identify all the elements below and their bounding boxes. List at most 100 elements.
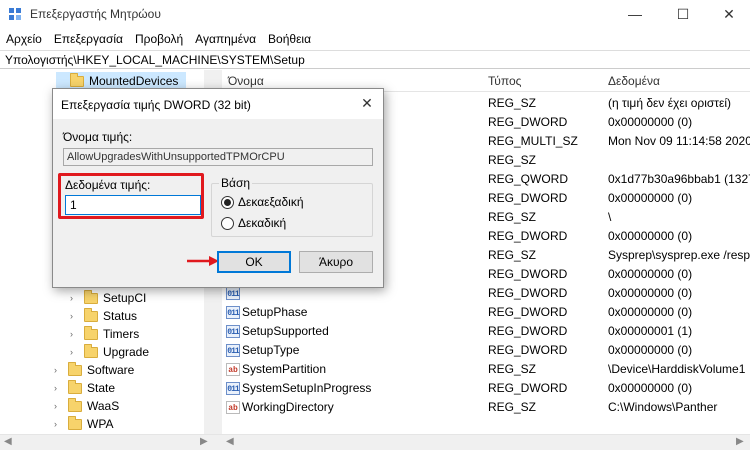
value-data-cell: 0x00000000 (0) (608, 286, 693, 300)
folder-icon (68, 361, 82, 376)
value-data-cell: 0x00000000 (0) (608, 191, 693, 205)
value-data-cell: 0x00000000 (0) (608, 115, 693, 129)
binary-value-icon: 011 (226, 382, 240, 395)
chevron-right-icon[interactable]: › (54, 383, 64, 393)
radio-decimal[interactable]: Δεκαδική (221, 215, 286, 231)
scroll-right-icon[interactable]: ▶ (200, 436, 208, 447)
chevron-right-icon[interactable]: › (54, 419, 64, 429)
value-data-cell: 0x00000001 (1) (608, 324, 693, 338)
value-data-input[interactable]: 1 (65, 195, 201, 215)
table-row[interactable]: 011 SetupType REG_DWORD 0x00000000 (0) (222, 341, 750, 360)
close-window-button[interactable]: ✕ (706, 0, 750, 28)
table-row[interactable]: ab WorkingDirectory REG_SZ C:\Windows\Panth… (222, 398, 750, 417)
value-data-cell: \ (608, 210, 612, 224)
binary-value-icon: 011 (226, 344, 240, 357)
scroll-right-icon[interactable]: ▶ (736, 436, 744, 447)
folder-icon (84, 307, 98, 322)
table-row[interactable]: ab SystemPartition REG_SZ \Device\HarddiskV… (222, 360, 750, 379)
maximize-button[interactable]: ☐ (660, 0, 706, 28)
value-name-field: AllowUpgradesWithUnsupportedTPMOrCPU (63, 148, 373, 166)
column-header-name[interactable]: Όνομα (228, 74, 264, 88)
table-row[interactable]: 011 SetupPhase REG_DWORD 0x00000000 (0) (222, 303, 750, 322)
address-bar[interactable]: Υπολογιστής\HKEY_LOCAL_MACHINE\SYSTEM\Se… (0, 50, 750, 69)
value-name-label: Όνομα τιμής: (63, 130, 133, 144)
radio-unselected-icon[interactable] (221, 216, 234, 230)
tree-item-software[interactable]: › Software (54, 361, 134, 379)
column-header-data[interactable]: Δεδομένα (608, 74, 660, 88)
dialog-title-bar: Επεξεργασία τιμής DWORD (32 bit) ✕ (53, 89, 383, 119)
tree-item-label: State (87, 381, 116, 395)
value-type-cell: REG_SZ (488, 362, 537, 376)
chevron-right-icon[interactable]: › (70, 347, 80, 357)
value-data-cell: 0x00000000 (0) (608, 267, 693, 281)
value-name-cell: WorkingDirectory (242, 400, 334, 414)
dialog-close-button[interactable]: ✕ (357, 95, 377, 113)
folder-icon (84, 343, 98, 358)
tree-item-state[interactable]: › State (54, 379, 115, 397)
tree-item-setupci[interactable]: › SetupCI (70, 289, 146, 307)
radio-label: Δεκαεξαδική (238, 195, 304, 209)
folder-icon (68, 397, 82, 412)
value-data-cell: 0x00000000 (0) (608, 381, 693, 395)
ok-button[interactable]: OK (217, 251, 291, 273)
tree-item-wpa[interactable]: › WPA (54, 415, 113, 433)
table-row[interactable]: 011 SystemSetupInProgress REG_DWORD 0x00000… (222, 379, 750, 398)
value-type-cell: REG_SZ (488, 96, 537, 110)
tree-item-status[interactable]: › Status (70, 307, 137, 325)
value-data-cell: \Device\HarddiskVolume1 (608, 362, 746, 376)
chevron-right-icon[interactable]: › (70, 311, 80, 321)
chevron-right-icon[interactable]: › (54, 401, 64, 411)
window-title: Επεξεργαστής Μητρώου (30, 7, 161, 21)
menu-favorites[interactable]: Αγαπημένα (189, 29, 262, 49)
value-data-cell: 0x1d77b30a96bbab1 (13271 (608, 172, 750, 186)
tree-item-upgrade[interactable]: › Upgrade (70, 343, 149, 361)
value-name-cell: SystemSetupInProgress (242, 381, 372, 395)
tree-item-label: Status (103, 309, 138, 323)
string-value-icon: ab (226, 401, 240, 414)
minimize-button[interactable]: — (612, 0, 658, 28)
folder-icon (84, 289, 98, 304)
value-type-cell: REG_DWORD (488, 115, 568, 129)
folder-icon (68, 415, 82, 430)
chevron-right-icon[interactable]: › (70, 329, 80, 339)
menu-bar: Αρχείο Επεξεργασία Προβολή Αγαπημένα Βοή… (0, 29, 750, 49)
value-type-cell: REG_DWORD (488, 305, 568, 319)
folder-icon (84, 325, 98, 340)
scroll-left-icon[interactable]: ◀ (4, 436, 12, 447)
menu-edit[interactable]: Επεξεργασία (48, 29, 129, 49)
tree-item-waas[interactable]: › WaaS (54, 397, 119, 415)
value-type-cell: REG_SZ (488, 210, 537, 224)
tree-item-timers[interactable]: › Timers (70, 325, 139, 343)
scroll-left-icon[interactable]: ◀ (226, 436, 234, 447)
tree-item-label: WPA (87, 417, 114, 431)
dialog-title: Επεξεργασία τιμής DWORD (32 bit) (61, 98, 251, 112)
column-header-type[interactable]: Τύπος (488, 74, 521, 88)
value-type-cell: REG_MULTI_SZ (488, 134, 578, 148)
value-data-cell: Mon Nov 09 11:14:58 2020 (608, 134, 750, 148)
string-value-icon: ab (226, 363, 240, 376)
value-data-cell: 0x00000000 (0) (608, 343, 693, 357)
value-type-cell: REG_DWORD (488, 191, 568, 205)
value-data-cell: 0x00000000 (0) (608, 229, 693, 243)
tree-item-label: Timers (103, 327, 140, 341)
menu-help[interactable]: Βοήθεια (262, 29, 317, 49)
horizontal-scrollbar[interactable]: ◀ ▶ ◀ ▶ (0, 434, 750, 450)
radio-selected-icon[interactable] (221, 195, 234, 209)
cancel-button[interactable]: Άκυρο (299, 251, 373, 273)
chevron-right-icon[interactable]: › (54, 365, 64, 375)
value-data-label: Δεδομένα τιμής: (65, 178, 151, 192)
edit-dword-dialog: Επεξεργασία τιμής DWORD (32 bit) ✕ Όνομα… (52, 88, 384, 288)
value-data-cell: 0x00000000 (0) (608, 305, 693, 319)
value-type-cell: REG_SZ (488, 400, 537, 414)
menu-view[interactable]: Προβολή (129, 29, 189, 49)
red-arrow-icon (187, 256, 219, 266)
table-row[interactable]: 011 SetupSupported REG_DWORD 0x00000001 (1) (222, 322, 750, 341)
value-type-cell: REG_DWORD (488, 324, 568, 338)
value-type-cell: REG_DWORD (488, 286, 568, 300)
value-name-cell: SetupPhase (242, 305, 308, 319)
binary-value-icon: 011 (226, 325, 240, 338)
value-name-cell: SystemPartition (242, 362, 327, 376)
chevron-right-icon[interactable]: › (70, 293, 80, 303)
menu-file[interactable]: Αρχείο (0, 29, 48, 49)
radio-hexadecimal[interactable]: Δεκαεξαδική (221, 194, 304, 210)
